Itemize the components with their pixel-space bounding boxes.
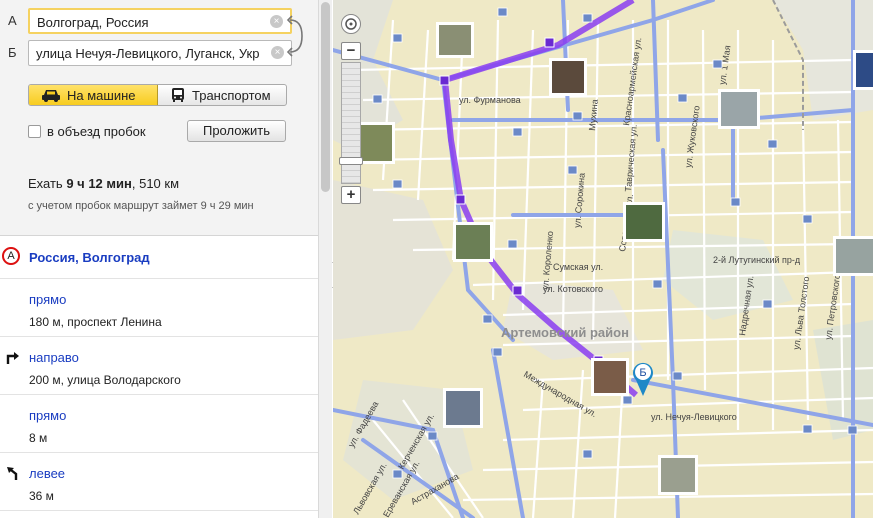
point-b-value[interactable]: улица Нечуя-Левицкого, Луганск, Укр bbox=[36, 46, 268, 61]
turn-right-icon bbox=[6, 352, 19, 364]
district-label: Артемовский район bbox=[501, 325, 629, 340]
avoid-traffic-row: в объезд пробок bbox=[28, 121, 146, 141]
step-title[interactable]: прямо bbox=[29, 292, 66, 307]
street-label: 2-й Лутугинский пр-д bbox=[713, 255, 801, 265]
map-canvas[interactable]: ул. Фурманова Красноармейская ул. ул. 1 … bbox=[333, 0, 873, 518]
zoom-in-button[interactable]: + bbox=[341, 186, 361, 204]
route-step[interactable]: направо 200 м, улица Володарского bbox=[0, 337, 318, 395]
route-step[interactable]: левее 36 м bbox=[0, 453, 318, 511]
bus-icon bbox=[172, 88, 184, 102]
point-a-input[interactable]: Волгоград, Россия × bbox=[28, 8, 292, 34]
route-time: 9 ч 12 мин bbox=[66, 176, 132, 191]
end-marker-label: Б bbox=[639, 367, 646, 379]
step-detail: 200 м, улица Володарского bbox=[29, 373, 181, 387]
step-detail: 180 м, проспект Ленина bbox=[29, 315, 162, 329]
step-detail: 36 м bbox=[29, 489, 54, 503]
mode-car-label: На машине bbox=[67, 87, 136, 103]
transport-mode-toggle: На машине Транспортом bbox=[28, 84, 287, 106]
app: А Волгоград, Россия × Б улица Нечуя-Леви… bbox=[0, 0, 873, 518]
route-step[interactable]: прямо 8 м bbox=[0, 395, 318, 453]
panel-scrollbar[interactable] bbox=[318, 0, 332, 518]
point-b-row: Б улица Нечуя-Левицкого, Луганск, Укр × bbox=[6, 40, 306, 66]
point-b-input[interactable]: улица Нечуя-Левицкого, Луганск, Укр × bbox=[28, 40, 292, 66]
step-title[interactable]: направо bbox=[29, 350, 79, 365]
car-icon bbox=[42, 90, 60, 102]
panel-scroll-thumb[interactable] bbox=[321, 2, 330, 192]
turn-slight-left-icon bbox=[7, 467, 18, 480]
point-b-label: Б bbox=[8, 45, 17, 60]
summary-prefix: Ехать bbox=[28, 176, 67, 191]
map-view[interactable]: ул. Фурманова Красноармейская ул. ул. 1 … bbox=[333, 0, 873, 518]
street-label: ул. Нечуя-Левицкого bbox=[651, 412, 737, 422]
step-detail: 8 м bbox=[29, 431, 48, 445]
route-step[interactable]: прямо 180 м, проспект Ленина bbox=[0, 279, 318, 337]
point-a-value[interactable]: Волгоград, Россия bbox=[37, 15, 269, 30]
zoom-slider-handle[interactable] bbox=[339, 157, 363, 165]
mode-transit-label: Транспортом bbox=[192, 87, 271, 103]
point-a-row: А Волгоград, Россия × bbox=[6, 8, 306, 34]
start-marker: А bbox=[2, 247, 20, 265]
mode-transit-button[interactable]: Транспортом bbox=[158, 85, 286, 105]
avoid-traffic-checkbox[interactable] bbox=[28, 124, 41, 138]
route-summary: Ехать 9 ч 12 мин, 510 км bbox=[28, 176, 179, 191]
route-panel: А Волгоград, Россия × Б улица Нечуя-Леви… bbox=[0, 0, 318, 518]
route-steps: А Россия, Волгоград прямо 180 м, проспек… bbox=[0, 237, 318, 511]
zoom-slider-track[interactable] bbox=[341, 62, 361, 184]
swap-points-icon[interactable] bbox=[286, 14, 308, 58]
zoom-out-button[interactable]: − bbox=[341, 42, 361, 60]
traffic-note: с учетом пробок маршрут займет 9 ч 29 ми… bbox=[28, 200, 254, 212]
street-label: Сумская ул. bbox=[553, 262, 603, 272]
street-label: ул. Котовского bbox=[543, 284, 603, 294]
route-form: А Волгоград, Россия × Б улица Нечуя-Леви… bbox=[0, 0, 318, 236]
route-start[interactable]: А Россия, Волгоград bbox=[0, 237, 318, 279]
route-distance: , 510 км bbox=[131, 176, 180, 191]
mode-car-button[interactable]: На машине bbox=[29, 85, 158, 105]
avoid-traffic-label[interactable]: в объезд пробок bbox=[47, 124, 146, 139]
step-title[interactable]: прямо bbox=[29, 408, 66, 423]
start-label[interactable]: Россия, Волгоград bbox=[29, 250, 150, 265]
clear-point-b-icon[interactable]: × bbox=[271, 46, 284, 59]
clear-point-a-icon[interactable]: × bbox=[270, 15, 283, 28]
point-a-label: А bbox=[8, 13, 17, 28]
build-route-button[interactable]: Проложить bbox=[187, 120, 286, 142]
step-title[interactable]: левее bbox=[29, 466, 65, 481]
street-label: ул. Фурманова bbox=[459, 95, 521, 105]
zoom-control: − + bbox=[335, 14, 367, 210]
compass-icon[interactable] bbox=[341, 14, 361, 34]
